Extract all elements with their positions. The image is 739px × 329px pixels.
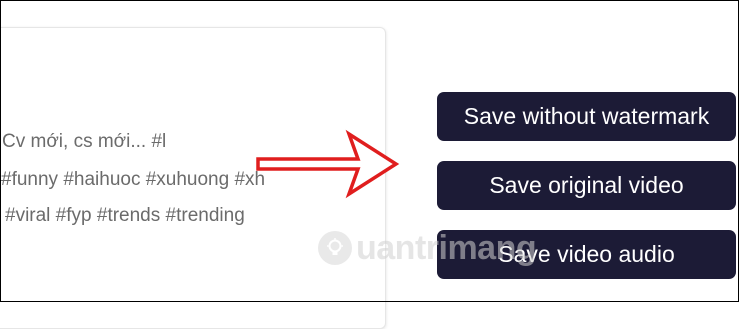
save-original-video-button[interactable]: Save original video <box>437 161 736 210</box>
caption-hashtags-line-2: #funny #haihuoc #xuhuong #xh <box>1 169 266 190</box>
caption-line-1: Cv mới, cs mới... #l <box>2 131 167 152</box>
save-video-audio-button[interactable]: Save video audio <box>437 230 736 279</box>
red-arrow-icon <box>256 129 400 199</box>
save-without-watermark-button[interactable]: Save without watermark <box>437 92 736 141</box>
caption-hashtags-line-3: #viral #fyp #trends #trending <box>5 205 245 226</box>
